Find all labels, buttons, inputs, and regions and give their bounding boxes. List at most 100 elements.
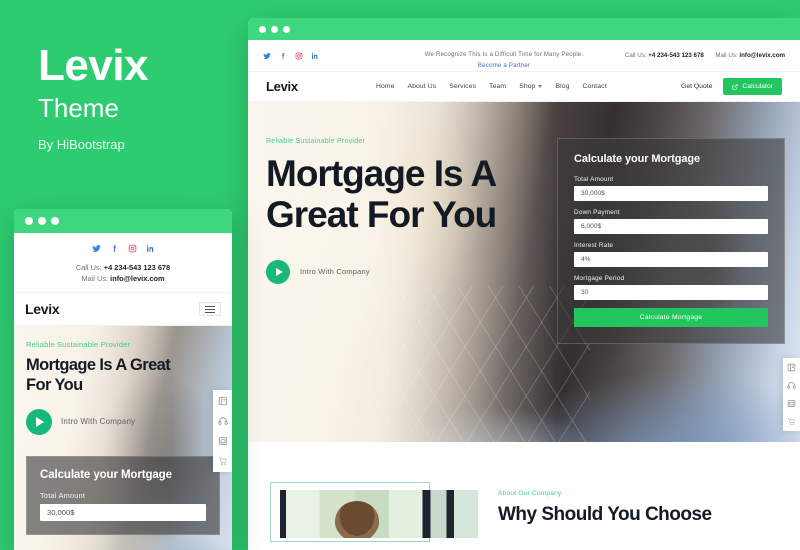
mobile-brand-logo[interactable]: Levix bbox=[25, 301, 60, 317]
mobile-window-dot-close[interactable] bbox=[25, 217, 33, 225]
facebook-icon[interactable] bbox=[110, 240, 119, 258]
cart-icon[interactable] bbox=[787, 417, 796, 426]
linkedin-icon[interactable] bbox=[311, 52, 319, 60]
nav-item-services[interactable]: Services bbox=[449, 83, 476, 90]
layout-icon[interactable] bbox=[218, 396, 228, 406]
mobile-mortgage-calculator-card: Calculate your Mortgage Total Amount 30,… bbox=[26, 456, 220, 536]
mortgage-period-label: Mortgage Period bbox=[574, 275, 625, 282]
about-section: About Our Company Why Should You Choose bbox=[248, 442, 800, 542]
layout-icon[interactable] bbox=[787, 363, 796, 372]
mobile-call-row: Call Us: +4 234-543 123 678 bbox=[14, 262, 232, 273]
mobile-mail-us-label: Mail Us: bbox=[81, 274, 109, 284]
site-navbar: Levix Home About Us Services Team Shop B… bbox=[248, 72, 800, 102]
headphones-icon[interactable] bbox=[217, 416, 228, 426]
mobile-site-content: Call Us: +4 234-543 123 678 Mail Us: inf… bbox=[14, 233, 232, 550]
mobile-window-titlebar bbox=[14, 209, 232, 233]
window-icon[interactable] bbox=[218, 436, 228, 446]
nav-item-services-label: Services bbox=[449, 83, 477, 90]
promo-byline: By HiBootstrap bbox=[38, 136, 125, 152]
down-payment-input[interactable]: 6,000$ bbox=[574, 219, 768, 234]
hero-eyebrow: Reliable Sustainable Provider bbox=[266, 138, 366, 145]
down-payment-label: Down Payment bbox=[574, 209, 620, 216]
about-title: Why Should You Choose bbox=[498, 504, 712, 525]
become-a-partner-link[interactable]: Become a Partner bbox=[413, 62, 595, 70]
about-eyebrow: About Our Company bbox=[498, 490, 562, 497]
linkedin-icon[interactable] bbox=[146, 240, 155, 258]
site-brand-logo[interactable]: Levix bbox=[266, 79, 376, 94]
play-icon[interactable] bbox=[26, 408, 52, 435]
instagram-icon[interactable] bbox=[295, 52, 303, 60]
mortgage-calculator-card: Calculate your Mortgage Total Amount 30,… bbox=[557, 138, 785, 344]
hamburger-icon[interactable] bbox=[199, 302, 221, 317]
desktop-site-content: We Recognize This Is a Difficult Time fo… bbox=[248, 40, 800, 550]
nav-item-about-us[interactable]: About Us bbox=[408, 83, 437, 90]
mobile-hero-video-intro[interactable]: Intro With Company bbox=[26, 408, 232, 435]
nav-item-shop-label: Shop bbox=[519, 83, 536, 90]
nav-item-team[interactable]: Team bbox=[489, 83, 506, 90]
mobile-call-us-label: Call Us: bbox=[75, 263, 102, 272]
mobile-window-dot-maximize[interactable] bbox=[51, 217, 59, 225]
get-quote-link[interactable]: Get Quote bbox=[681, 83, 712, 90]
call-us-label: Call Us: bbox=[624, 52, 647, 59]
calculate-mortgage-button[interactable]: Calculate Mortgage bbox=[574, 308, 768, 327]
about-photo bbox=[280, 490, 478, 538]
window-dot-minimize[interactable] bbox=[271, 25, 278, 33]
site-topbar: We Recognize This Is a Difficult Time fo… bbox=[248, 40, 800, 72]
desktop-window-titlebar bbox=[248, 18, 800, 40]
call-us-value[interactable]: +4 234-543 123 678 bbox=[648, 52, 704, 59]
calculator-button[interactable]: Calculator bbox=[723, 78, 782, 95]
mobile-hero-eyebrow: Reliable Sustainable Provider bbox=[26, 340, 131, 350]
total-amount-input[interactable]: 30,000$ bbox=[574, 186, 768, 201]
topbar-announcement: We Recognize This Is a Difficult Time fo… bbox=[413, 41, 595, 71]
promo-panel: Levix Theme By HiBootstrap bbox=[38, 44, 238, 152]
primary-navigation: Home About Us Services Team Shop Blog Co… bbox=[376, 83, 681, 90]
instagram-icon[interactable] bbox=[128, 240, 137, 258]
desktop-preview-window: We Recognize This Is a Difficult Time fo… bbox=[248, 18, 800, 550]
mobile-total-amount-label: Total Amount bbox=[40, 491, 86, 501]
navbar-actions: Get Quote Calculator bbox=[681, 78, 782, 95]
cart-icon[interactable] bbox=[218, 456, 228, 466]
twitter-icon[interactable] bbox=[91, 240, 101, 258]
calculator-button-label: Calculator bbox=[742, 83, 773, 90]
about-copy: About Our Company Why Should You Choose bbox=[498, 482, 782, 538]
nav-item-shop[interactable]: Shop bbox=[519, 83, 543, 90]
promo-title: Levix bbox=[38, 41, 149, 90]
mobile-topbar: Call Us: +4 234-543 123 678 Mail Us: inf… bbox=[14, 233, 232, 294]
hero-section: Reliable Sustainable Provider Mortgage I… bbox=[248, 102, 800, 442]
mobile-floating-side-rail bbox=[213, 390, 232, 473]
total-amount-label: Total Amount bbox=[574, 176, 614, 183]
nav-item-home-label: Home bbox=[376, 83, 395, 90]
nav-item-blog[interactable]: Blog bbox=[555, 83, 569, 90]
mobile-mail-row: Mail Us: info@levix.com bbox=[14, 273, 232, 284]
mobile-mail-us-value[interactable]: info@levix.com bbox=[110, 274, 164, 283]
nav-item-home[interactable]: Home bbox=[376, 83, 395, 90]
mobile-window-dot-minimize[interactable] bbox=[38, 217, 46, 225]
mortgage-period-input[interactable]: 30 bbox=[574, 285, 768, 300]
nav-item-blog-label: Blog bbox=[555, 83, 570, 90]
floating-side-rail bbox=[783, 358, 800, 431]
mobile-total-amount-input[interactable]: 30,000$ bbox=[40, 504, 206, 522]
hero-video-intro[interactable]: Intro With Company bbox=[266, 259, 548, 284]
interest-rate-input[interactable]: 4% bbox=[574, 252, 768, 267]
window-dot-close[interactable] bbox=[259, 25, 266, 33]
headphones-icon[interactable] bbox=[787, 381, 796, 390]
mobile-hero-title: Mortgage Is A Great For You bbox=[26, 356, 171, 395]
mobile-calculator-card-title: Calculate your Mortgage bbox=[40, 469, 172, 482]
play-icon[interactable] bbox=[266, 259, 290, 284]
twitter-icon[interactable] bbox=[263, 52, 271, 60]
mobile-hero-copy: Reliable Sustainable Provider Mortgage I… bbox=[14, 326, 232, 435]
hero-copy: Reliable Sustainable Provider Mortgage I… bbox=[248, 102, 548, 284]
nav-item-team-label: Team bbox=[489, 83, 507, 90]
mobile-call-us-value[interactable]: +4 234-543 123 678 bbox=[104, 263, 170, 272]
chevron-down-icon bbox=[538, 85, 543, 88]
hero-intro-label: Intro With Company bbox=[300, 267, 370, 277]
facebook-icon[interactable] bbox=[279, 52, 287, 60]
nav-item-contact-label: Contact bbox=[582, 83, 607, 90]
mail-us-label: Mail Us: bbox=[715, 52, 738, 59]
window-icon[interactable] bbox=[787, 399, 796, 408]
mail-us-value[interactable]: info@levix.com bbox=[739, 52, 785, 59]
nav-item-contact[interactable]: Contact bbox=[583, 83, 607, 90]
external-link-icon bbox=[732, 83, 738, 90]
window-dot-maximize[interactable] bbox=[283, 25, 290, 33]
topbar-contact-info: Call Us: +4 234-543 123 678 Mail Us: inf… bbox=[595, 52, 785, 59]
